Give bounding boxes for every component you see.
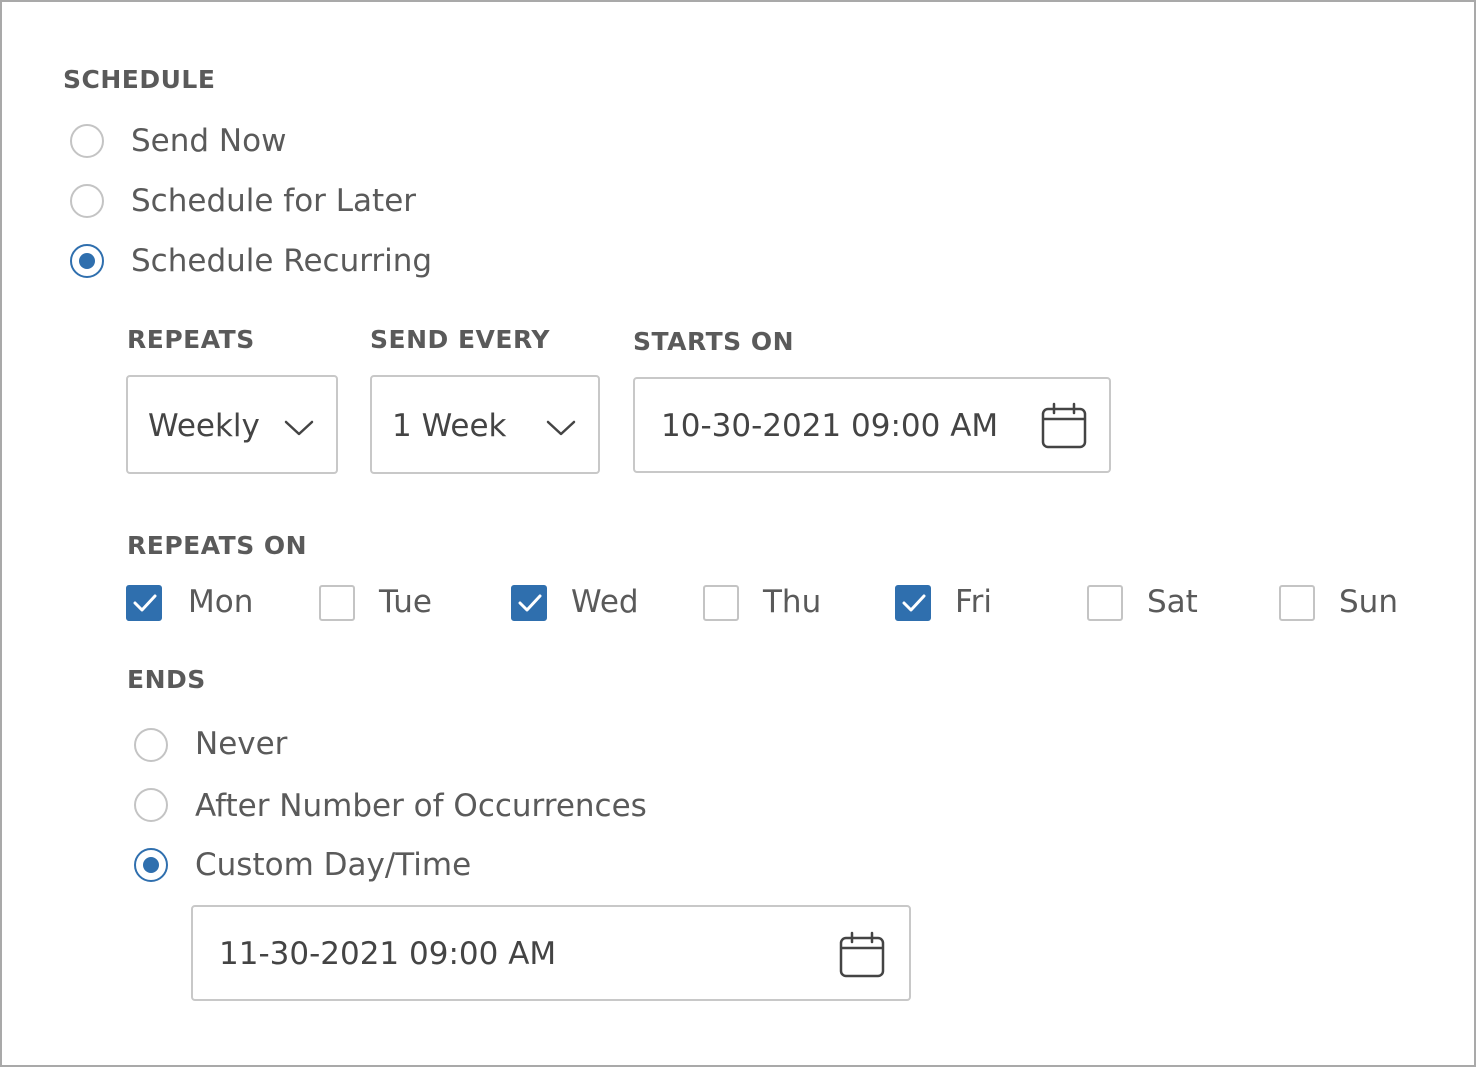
send-every-label: SEND EVERY [370,325,550,354]
day-label-thu[interactable]: Thu [763,582,821,622]
repeats-on-label: REPEATS ON [127,531,308,560]
day-label-mon[interactable]: Mon [188,582,253,622]
day-label-tue[interactable]: Tue [379,582,432,622]
checkbox-thu[interactable] [703,585,739,621]
send-every-select-value: 1 Week [392,408,507,444]
schedule-heading: SCHEDULE [63,65,216,94]
radio-send-now[interactable] [70,124,104,158]
radio-schedule-recurring-label[interactable]: Schedule Recurring [131,241,432,281]
radio-schedule-recurring[interactable] [70,244,104,278]
radio-schedule-later-label[interactable]: Schedule for Later [131,181,416,221]
radio-selected-dot [79,253,95,269]
day-label-sat[interactable]: Sat [1147,582,1198,622]
schedule-panel: SCHEDULE Send Now Schedule for Later Sch… [0,0,1476,1067]
repeats-select-value: Weekly [148,408,260,444]
checkbox-sun[interactable] [1279,585,1315,621]
radio-ends-never-label[interactable]: Never [195,724,287,764]
radio-ends-custom-label[interactable]: Custom Day/Time [195,845,471,885]
ends-datetime-value: 11-30-2021 09:00 AM [219,936,557,972]
checkbox-mon[interactable] [126,585,162,621]
checkmark-icon [518,594,542,612]
chevron-down-icon [546,420,576,436]
checkmark-icon [902,594,926,612]
chevron-down-icon [284,420,314,436]
radio-schedule-later[interactable] [70,184,104,218]
checkmark-icon [133,594,157,612]
ends-label: ENDS [127,665,206,694]
day-label-fri[interactable]: Fri [955,582,992,622]
radio-ends-custom[interactable] [134,848,168,882]
radio-ends-never[interactable] [134,728,168,762]
starts-on-datetime-input[interactable]: 10-30-2021 09:00 AM [633,377,1111,473]
repeats-label: REPEATS [127,325,255,354]
day-label-sun[interactable]: Sun [1339,582,1398,622]
radio-ends-after-occurrences-label[interactable]: After Number of Occurrences [195,786,647,826]
calendar-icon[interactable] [1041,402,1087,450]
repeats-select[interactable]: Weekly [126,375,338,474]
checkbox-wed[interactable] [511,585,547,621]
send-every-select[interactable]: 1 Week [370,375,600,474]
radio-selected-dot [143,857,159,873]
checkbox-fri[interactable] [895,585,931,621]
starts-on-datetime-value: 10-30-2021 09:00 AM [661,408,999,444]
calendar-icon[interactable] [839,931,885,979]
ends-datetime-input[interactable]: 11-30-2021 09:00 AM [191,905,911,1001]
day-label-wed[interactable]: Wed [571,582,639,622]
checkbox-sat[interactable] [1087,585,1123,621]
radio-ends-after-occurrences[interactable] [134,788,168,822]
radio-send-now-label[interactable]: Send Now [131,121,286,161]
checkbox-tue[interactable] [319,585,355,621]
starts-on-label: STARTS ON [633,327,795,356]
